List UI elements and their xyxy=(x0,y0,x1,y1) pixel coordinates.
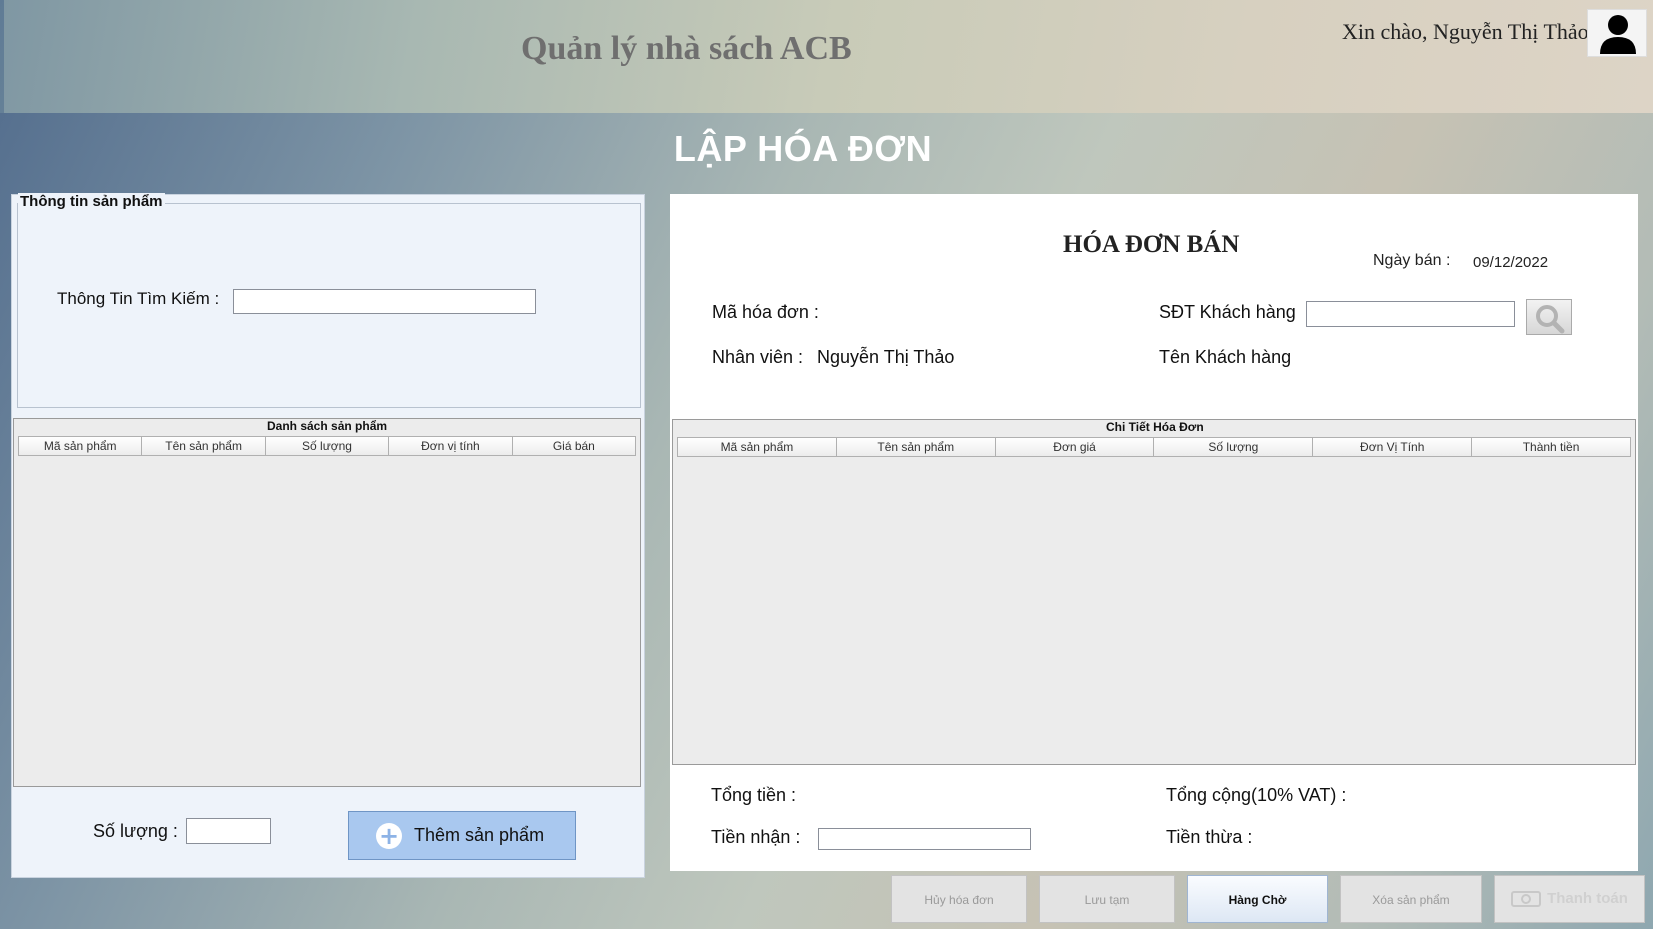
col-line-total[interactable]: Thành tiền xyxy=(1472,438,1630,456)
col-unit-price[interactable]: Đơn giá xyxy=(995,438,1155,456)
staff-label: Nhân viên : xyxy=(712,347,804,367)
money-icon xyxy=(1511,891,1542,907)
queue-button[interactable]: Hàng Chờ xyxy=(1187,875,1328,923)
search-input[interactable] xyxy=(233,289,536,314)
invoice-title: HÓA ĐƠN BÁN xyxy=(1063,231,1240,258)
col-product-id[interactable]: Mã sản phẩm xyxy=(678,438,837,456)
quantity-label: Số lượng : xyxy=(93,821,178,841)
staff-value: Nguyễn Thị Thảo xyxy=(817,347,955,367)
user-icon xyxy=(1600,15,1636,54)
invoice-table-header: Mã sản phẩm Tên sản phẩm Đơn giá Số lượn… xyxy=(677,437,1631,457)
plus-circle-icon: + xyxy=(376,822,402,849)
search-customer-button[interactable] xyxy=(1526,299,1572,335)
invoice-detail-table[interactable]: Chi Tiết Hóa Đơn Mã sản phẩm Tên sản phẩ… xyxy=(672,419,1636,765)
col-product-name[interactable]: Tên sản phẩm xyxy=(142,437,266,455)
col-unit[interactable]: Đơn vị tính xyxy=(389,437,513,455)
magnifier-icon xyxy=(1536,305,1565,334)
page-title: LẬP HÓA ĐƠN xyxy=(673,128,933,169)
quantity-input[interactable] xyxy=(186,818,271,844)
product-list-table[interactable]: Danh sách sản phẩm Mã sản phẩm Tên sản p… xyxy=(13,418,641,787)
invoice-id-label: Mã hóa đơn : xyxy=(712,302,819,322)
customer-phone-label: SĐT Khách hàng xyxy=(1159,302,1296,322)
invoice-detail-title: Chi Tiết Hóa Đơn xyxy=(1104,420,1206,434)
product-table-header: Mã sản phẩm Tên sản phẩm Số lượng Đơn vị… xyxy=(18,436,636,456)
user-avatar[interactable] xyxy=(1587,9,1647,57)
received-input[interactable] xyxy=(818,828,1031,850)
total-label: Tổng tiền : xyxy=(711,785,797,805)
col-price[interactable]: Giá bán xyxy=(512,437,636,455)
col-quantity[interactable]: Số lượng xyxy=(265,437,390,455)
customer-name-label: Tên Khách hàng xyxy=(1159,347,1292,367)
col-product-id[interactable]: Mã sản phẩm xyxy=(19,437,143,455)
save-draft-button[interactable]: Lưu tạm xyxy=(1039,875,1175,923)
app-title: Quản lý nhà sách ACB xyxy=(521,30,852,67)
col-unit[interactable]: Đơn Vị Tính xyxy=(1313,438,1473,456)
grand-total-label: Tổng cộng(10% VAT) : xyxy=(1166,785,1347,805)
sale-date-value: 09/12/2022 xyxy=(1473,254,1549,271)
add-product-button[interactable]: + Thêm sản phẩm xyxy=(348,811,576,860)
customer-phone-input[interactable] xyxy=(1306,301,1515,327)
pay-button[interactable]: Thanh toán xyxy=(1494,875,1645,923)
change-label: Tiền thừa : xyxy=(1166,827,1253,847)
user-greeting: Xin chào, Nguyễn Thị Thảo xyxy=(1342,19,1589,44)
received-label: Tiền nhận : xyxy=(711,827,801,847)
pay-label: Thanh toán xyxy=(1547,890,1628,907)
sale-date-label: Ngày bán : xyxy=(1373,252,1451,269)
col-product-name[interactable]: Tên sản phẩm xyxy=(836,438,996,456)
search-label: Thông Tin Tìm Kiếm : xyxy=(57,289,220,308)
delete-product-button[interactable]: Xóa sản phẩm xyxy=(1340,875,1482,923)
col-quantity[interactable]: Số lượng xyxy=(1154,438,1314,456)
add-product-label: Thêm sản phẩm xyxy=(414,825,545,845)
cancel-invoice-button[interactable]: Hủy hóa đơn xyxy=(891,875,1027,923)
product-list-title: Danh sách sản phẩm xyxy=(265,419,390,433)
product-info-title: Thông tin sản phẩm xyxy=(18,193,165,210)
